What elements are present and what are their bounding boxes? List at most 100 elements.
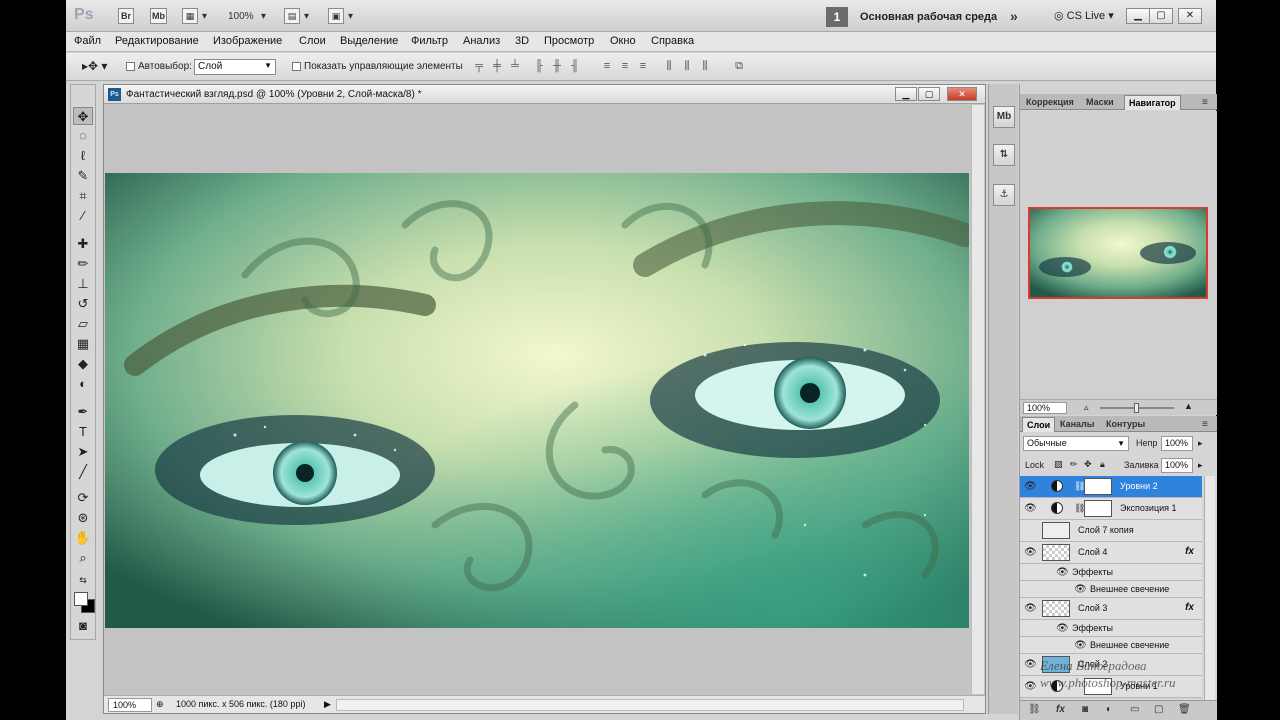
- align-hcenter-icon[interactable]: ╫: [550, 60, 564, 73]
- hand-tool-icon[interactable]: ✋: [73, 529, 93, 547]
- navigator-zoom-knob[interactable]: [1134, 403, 1139, 413]
- eye-icon[interactable]: 👁︎: [1024, 603, 1037, 614]
- distribute-vcenter-icon[interactable]: ≡: [618, 60, 632, 73]
- menu-filter[interactable]: Фильтр: [411, 35, 448, 47]
- vertical-scrollbar[interactable]: [971, 105, 984, 694]
- foreground-color-swatch[interactable]: [74, 592, 88, 606]
- actions-panel-icon[interactable]: ⚓: [993, 184, 1015, 206]
- quick-select-tool-icon[interactable]: ✎: [73, 167, 93, 185]
- autoselect-checkbox[interactable]: [126, 62, 135, 71]
- menu-file[interactable]: Файл: [74, 35, 101, 47]
- show-controls-checkbox[interactable]: [292, 62, 301, 71]
- fx-icon[interactable]: fx: [1185, 602, 1194, 613]
- layer-mask-thumbnail[interactable]: [1084, 500, 1112, 517]
- blur-tool-icon[interactable]: ◆: [73, 355, 93, 373]
- delete-layer-icon[interactable]: 🗑︎: [1178, 704, 1191, 715]
- align-bottom-icon[interactable]: ╧: [508, 60, 522, 73]
- effects-row[interactable]: 👁︎ Эффекты: [1020, 564, 1202, 581]
- brush-tool-icon[interactable]: ✏: [73, 255, 93, 273]
- lock-position-icon[interactable]: ✥: [1084, 459, 1092, 470]
- menu-help[interactable]: Справка: [651, 35, 694, 47]
- layer-thumbnail[interactable]: [1042, 656, 1070, 673]
- tab-channels[interactable]: Каналы: [1056, 417, 1098, 432]
- layer-row[interactable]: 👁︎ ⛓︎ Уровни 2: [1020, 476, 1202, 498]
- doc-maximize-button[interactable]: ▢: [918, 87, 940, 101]
- gradient-tool-icon[interactable]: ▦: [73, 335, 93, 353]
- quick-mask-icon[interactable]: ◙: [73, 617, 93, 635]
- eye-icon[interactable]: 👁︎: [1024, 681, 1037, 692]
- distribute-left-icon[interactable]: ⫼: [662, 60, 676, 73]
- effect-row[interactable]: 👁︎ Внешнее свечение: [1020, 581, 1202, 598]
- layer-row[interactable]: 👁︎ Слой 2: [1020, 654, 1202, 676]
- horizontal-scrollbar[interactable]: [336, 699, 964, 711]
- lock-transparency-icon[interactable]: ▧: [1054, 459, 1063, 470]
- 3d-rotate-tool-icon[interactable]: ⟳: [73, 489, 93, 507]
- blend-mode-dropdown[interactable]: Обычные ▼: [1023, 436, 1129, 451]
- chevron-down-icon[interactable]: ▾: [304, 11, 309, 22]
- opacity-field[interactable]: 100%: [1161, 436, 1193, 451]
- zoom-level[interactable]: 100%: [228, 11, 254, 22]
- zoom-out-icon[interactable]: ▵: [1084, 402, 1089, 413]
- 3d-orbit-tool-icon[interactable]: ⊛: [73, 509, 93, 527]
- double-chevron-right-icon[interactable]: »: [1010, 8, 1018, 24]
- eyedropper-tool-icon[interactable]: ⁄: [73, 207, 93, 225]
- history-panel-icon[interactable]: ⇅: [993, 144, 1015, 166]
- effect-row[interactable]: 👁︎ Внешнее свечение: [1020, 637, 1202, 654]
- menu-layers[interactable]: Слои: [299, 35, 326, 47]
- distribute-bottom-icon[interactable]: ≡: [636, 60, 650, 73]
- eye-icon[interactable]: 👁︎: [1024, 503, 1037, 514]
- layer-row[interactable]: 👁︎ Слой 3 fx: [1020, 598, 1202, 620]
- menu-view[interactable]: Просмотр: [544, 35, 594, 47]
- align-vcenter-icon[interactable]: ╪: [490, 60, 504, 73]
- canvas-area[interactable]: [105, 105, 969, 694]
- minibridge-button[interactable]: Mb: [150, 8, 167, 24]
- layer-row[interactable]: 👁︎ ⛓︎ Экспозиция 1: [1020, 498, 1202, 520]
- layer-mask-thumbnail[interactable]: [1084, 478, 1112, 495]
- tab-navigator[interactable]: Навигатор: [1124, 95, 1181, 110]
- lasso-tool-icon[interactable]: ℓ: [73, 147, 93, 165]
- tab-adjustments[interactable]: Коррекция: [1022, 95, 1078, 110]
- swap-colors-icon[interactable]: ⇆: [73, 571, 93, 589]
- distribute-top-icon[interactable]: ≡: [600, 60, 614, 73]
- eye-icon[interactable]: 👁︎: [1024, 481, 1037, 492]
- effects-row[interactable]: 👁︎ Эффекты: [1020, 620, 1202, 637]
- layers-scrollbar[interactable]: [1204, 476, 1215, 702]
- eraser-tool-icon[interactable]: ▱: [73, 315, 93, 333]
- zoom-tool-icon[interactable]: ⌕: [73, 549, 93, 567]
- align-top-icon[interactable]: ╤: [472, 60, 486, 73]
- crop-tool-icon[interactable]: ⌗: [73, 187, 93, 205]
- type-tool-icon[interactable]: T: [73, 423, 93, 441]
- layer-thumbnail[interactable]: [1042, 544, 1070, 561]
- pen-tool-icon[interactable]: ✒: [73, 403, 93, 421]
- tab-paths[interactable]: Контуры: [1102, 417, 1149, 432]
- new-group-icon[interactable]: ▭: [1130, 704, 1139, 715]
- menu-window[interactable]: Окно: [610, 35, 636, 47]
- line-tool-icon[interactable]: ╱: [73, 463, 93, 481]
- close-button[interactable]: ✕: [1178, 8, 1202, 24]
- add-style-icon[interactable]: fx: [1056, 704, 1065, 715]
- status-menu-arrow-icon[interactable]: ▶: [324, 699, 331, 710]
- view-extras-button[interactable]: ▦: [182, 8, 198, 24]
- bridge-button[interactable]: Br: [118, 8, 134, 24]
- eye-icon[interactable]: 👁︎: [1056, 623, 1069, 634]
- layer-thumbnail[interactable]: [1042, 522, 1070, 539]
- doc-minimize-button[interactable]: ▁: [895, 87, 917, 101]
- tab-layers[interactable]: Слои: [1022, 417, 1056, 432]
- workspace-number[interactable]: 1: [826, 7, 848, 27]
- chevron-down-icon[interactable]: ▾: [261, 11, 266, 22]
- layer-mask-thumbnail[interactable]: [1084, 678, 1112, 695]
- layers-panel-menu-icon[interactable]: ≡: [1198, 417, 1212, 432]
- status-icon[interactable]: ⊕: [156, 699, 164, 710]
- eye-icon[interactable]: 👁︎: [1024, 547, 1037, 558]
- layer-thumbnail[interactable]: [1042, 600, 1070, 617]
- chevron-down-icon[interactable]: ▾: [202, 11, 207, 22]
- move-tool-preset-icon[interactable]: ▸✥ ▾: [82, 59, 107, 73]
- menu-analysis[interactable]: Анализ: [463, 35, 500, 47]
- minimize-button[interactable]: ▁: [1126, 8, 1150, 24]
- add-mask-icon[interactable]: ◙: [1082, 704, 1088, 715]
- navigator-thumbnail[interactable]: [1028, 207, 1208, 299]
- new-layer-icon[interactable]: ▢: [1154, 704, 1163, 715]
- clone-stamp-tool-icon[interactable]: ⊥: [73, 275, 93, 293]
- fill-field[interactable]: 100%: [1161, 458, 1193, 473]
- doc-zoom-field[interactable]: 100%: [108, 698, 152, 712]
